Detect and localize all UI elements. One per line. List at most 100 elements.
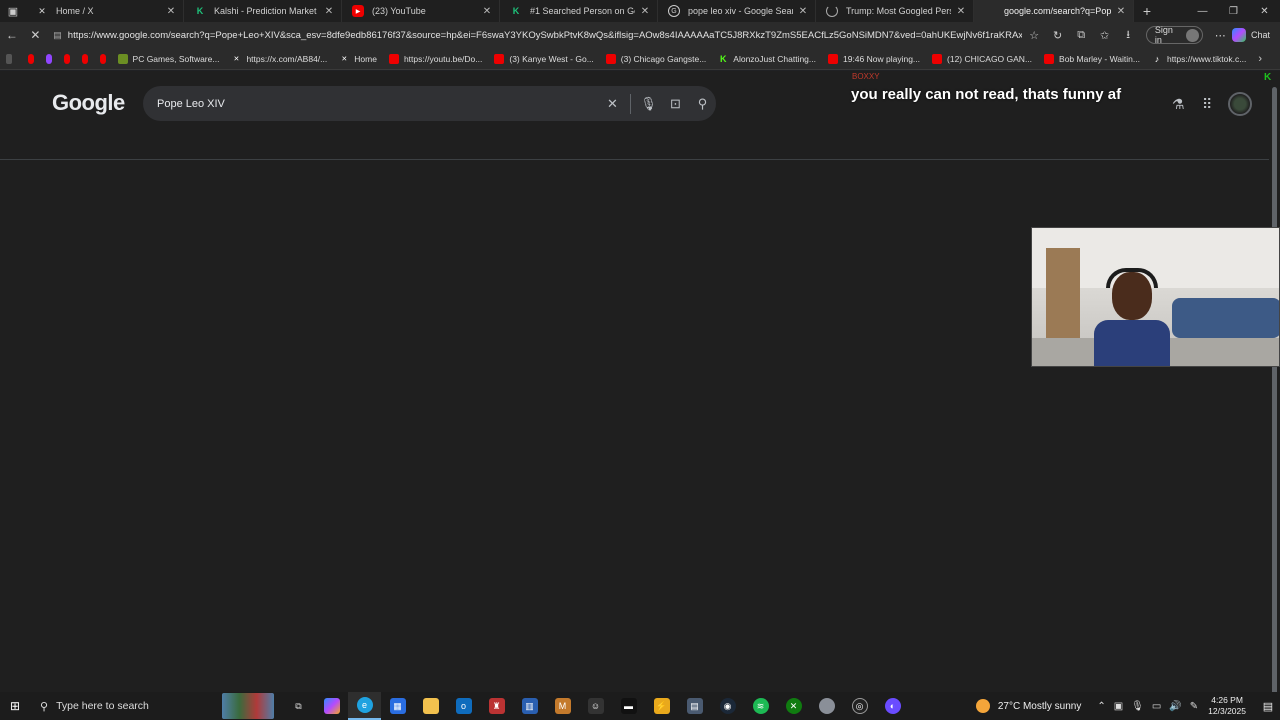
windows-start-icon[interactable]: ⊞	[0, 692, 30, 720]
app-icon[interactable]: ☺	[579, 692, 612, 720]
back-arrow-icon[interactable]: ←	[0, 23, 24, 47]
bookmark-item[interactable]: Bob Marley - Waitin...	[1044, 53, 1140, 64]
game-app-icon[interactable]: ♜	[480, 692, 513, 720]
bookmark-item[interactable]: (3) Kanye West - Go...	[494, 53, 594, 64]
close-tab-icon[interactable]: ✕	[1115, 6, 1127, 17]
bookmark-item[interactable]: K AlonzoJust Chatting...	[718, 54, 816, 64]
divider	[630, 93, 631, 114]
bookmark-youtube-icon[interactable]	[27, 53, 34, 64]
tab-actions-icon[interactable]: ▣	[0, 0, 26, 22]
close-tab-icon[interactable]: ✕	[323, 6, 335, 17]
scrollbar[interactable]	[1269, 71, 1280, 697]
store-icon[interactable]: ▦	[381, 692, 414, 720]
apps-grid-icon[interactable]: ⠿	[1202, 96, 1212, 113]
app-icon[interactable]: ⚡	[645, 692, 678, 720]
bookmark-youtube-icon[interactable]	[99, 53, 106, 64]
notifications-icon[interactable]: ▤	[1256, 700, 1280, 713]
edge-browser-icon[interactable]: e	[348, 692, 381, 720]
refresh-icon[interactable]: ↻	[1046, 29, 1070, 42]
bookmark-item[interactable]: https://youtu.be/Do...	[388, 53, 482, 64]
copilot-chat-button[interactable]: Chat	[1232, 28, 1270, 42]
tab-home-x[interactable]: ✕ Home / X ✕	[26, 0, 184, 22]
steam-icon[interactable]: ◉	[711, 692, 744, 720]
app-icon[interactable]	[810, 692, 843, 720]
tab-youtube[interactable]: ▶ (23) YouTube ✕	[342, 0, 500, 22]
task-view-icon[interactable]: ⧉	[282, 692, 315, 720]
scrollbar-thumb[interactable]	[1272, 87, 1277, 697]
bookmark-item[interactable]: ♪ https://www.tiktok.c...	[1152, 54, 1247, 64]
bookmark-item[interactable]: (12) CHICAGO GAN...	[932, 53, 1032, 64]
microphone-icon[interactable]: 🎙	[635, 96, 662, 112]
chevron-right-icon[interactable]: ›	[1258, 53, 1262, 65]
mega-app-icon[interactable]: M	[546, 692, 579, 720]
tab-active-search[interactable]: google.com/search?q=Pope+Leo ✕	[974, 0, 1134, 22]
app-icon[interactable]: ◐	[876, 692, 909, 720]
volume-icon[interactable]: 🔊	[1169, 701, 1181, 712]
tab-google-search[interactable]: G pope leo xiv - Google Search ✕	[658, 0, 816, 22]
clock[interactable]: 4:26 PM 12/3/2025	[1208, 695, 1246, 717]
bookmark-item[interactable]: ✕ https://x.com/AB84/...	[231, 54, 328, 64]
search-highlight-image[interactable]	[222, 693, 274, 719]
search-input[interactable]: Pope Leo XIV	[157, 98, 599, 110]
tab-title: (23) YouTube	[372, 6, 426, 16]
url-field[interactable]: ▤ https://www.google.com/search?q=Pope+L…	[47, 24, 1023, 46]
sign-in-button[interactable]: Sign in	[1145, 25, 1203, 45]
google-logo[interactable]: Google	[52, 90, 125, 116]
favorite-star-icon[interactable]: ☆	[1022, 29, 1046, 42]
site-info-icon[interactable]: ▤	[53, 30, 62, 41]
copilot-icon[interactable]	[315, 692, 348, 720]
app-icon[interactable]: ▤	[678, 692, 711, 720]
chevron-up-icon[interactable]: ⌃	[1097, 701, 1105, 712]
bookmark-item[interactable]: (3) Chicago Gangste...	[605, 53, 706, 64]
clear-icon[interactable]: ✕	[599, 96, 626, 112]
bookmark-item[interactable]: 19:46 Now playing...	[827, 53, 920, 64]
outlook-icon[interactable]: o	[447, 692, 480, 720]
restore-icon[interactable]: ❐	[1218, 0, 1249, 22]
weather-widget[interactable]: 27°C Mostly sunny	[975, 699, 1081, 713]
minimize-icon[interactable]: —	[1187, 0, 1218, 22]
sign-in-label: Sign in	[1154, 25, 1173, 45]
app-icon[interactable]: ▥	[513, 692, 546, 720]
close-tab-icon[interactable]: ✕	[481, 6, 493, 17]
tray-app-icon[interactable]: ▣	[1114, 701, 1123, 712]
kick-extension-icon[interactable]: K	[1264, 72, 1271, 83]
labs-flask-icon[interactable]: ⚗	[1172, 96, 1185, 113]
close-tab-icon[interactable]: ✕	[165, 6, 177, 17]
close-tab-icon[interactable]: ✕	[639, 6, 651, 17]
app-icon[interactable]: ▬	[612, 692, 645, 720]
spotify-icon[interactable]: ≋	[744, 692, 777, 720]
file-explorer-icon[interactable]	[414, 692, 447, 720]
account-avatar[interactable]	[1228, 92, 1252, 116]
close-tab-icon[interactable]: ✕	[797, 6, 809, 17]
close-tab-icon[interactable]: ✕	[955, 6, 967, 17]
tab-trump[interactable]: Trump: Most Googled Person 20 ✕	[816, 0, 974, 22]
network-icon[interactable]: ▭	[1152, 701, 1161, 712]
bookmark-youtube-icon[interactable]	[81, 53, 88, 64]
bookmark-item[interactable]: ✕ Home	[339, 54, 377, 64]
download-icon[interactable]: ⭳	[1116, 26, 1140, 45]
sun-icon	[975, 699, 990, 713]
tab-searched-person[interactable]: K #1 Searched Person on Google th ✕	[500, 0, 658, 22]
search-box[interactable]: Pope Leo XIV ✕ 🎙 ⊡ ⚲	[143, 86, 716, 121]
taskbar-search[interactable]: ⚲ Type here to search	[30, 692, 222, 720]
search-icon[interactable]: ⚲	[689, 96, 716, 112]
microphone-icon[interactable]: 🎙	[1131, 701, 1144, 712]
pen-icon[interactable]: ✎	[1190, 701, 1198, 712]
reading-list-icon[interactable]	[6, 53, 12, 64]
bookmark-item[interactable]: PC Games, Software...	[117, 53, 219, 64]
cam-sofa	[1172, 298, 1279, 338]
new-tab-button[interactable]: +	[1134, 3, 1160, 19]
bookmark-twitch-icon[interactable]	[45, 53, 52, 64]
tab-strip: ▣ ✕ Home / X ✕ K Kalshi - Prediction Mar…	[0, 0, 1280, 22]
youtube-icon	[494, 53, 505, 64]
lens-icon[interactable]: ⊡	[662, 96, 689, 112]
extensions-icon[interactable]: ⧉	[1069, 29, 1093, 42]
bookmark-youtube-icon[interactable]	[63, 53, 70, 64]
tab-kalshi[interactable]: K Kalshi - Prediction Market for Tra ✕	[184, 0, 342, 22]
more-menu-icon[interactable]: ⋯	[1209, 29, 1233, 42]
xbox-icon[interactable]: ✕	[777, 692, 810, 720]
close-window-icon[interactable]: ✕	[1249, 0, 1280, 22]
favorites-icon[interactable]: ✩	[1093, 29, 1117, 42]
app-icon[interactable]: ◎	[843, 692, 876, 720]
stop-loading-icon[interactable]: ✕	[24, 23, 48, 47]
